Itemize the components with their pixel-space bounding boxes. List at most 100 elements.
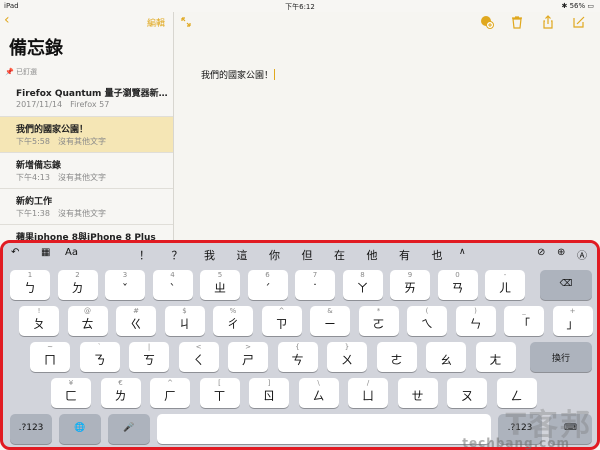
undo-icon[interactable]: ↶ <box>11 247 19 258</box>
return-key[interactable]: 換行 <box>530 342 592 372</box>
key-secondary-label: ~ <box>47 343 53 351</box>
key-zhuyin[interactable]: [ㄒ <box>199 378 240 408</box>
key-secondary-label: 4 <box>170 271 175 279</box>
key-zhuyin[interactable]: 7 ˙ <box>295 270 335 300</box>
note-title: Firefox Quantum 量子瀏覽器新… <box>16 89 168 99</box>
edit-button[interactable]: 編輯 <box>147 16 165 29</box>
key-zhuyin[interactable]: < ㄑ <box>178 342 219 372</box>
add-people-icon[interactable] <box>480 15 494 29</box>
note-list-item[interactable]: 我們的國家公園！ 下午5:58 沒有其他文字 <box>0 117 173 153</box>
key-secondary-label: $ <box>182 307 187 315</box>
candidate-word[interactable]: 他 <box>367 247 378 263</box>
key-zhuyin[interactable]: } ㄨ <box>327 342 367 372</box>
numbers-key[interactable]: .?123 <box>10 414 52 444</box>
note-date: 下午1:38 <box>16 209 50 218</box>
key-zhuyin[interactable]: ¥ ㄈ <box>51 378 91 408</box>
status-time: 下午6:12 <box>285 3 315 11</box>
note-preview: 沒有其他文字 <box>57 173 106 182</box>
key-label: ㄟ <box>420 317 433 331</box>
note-date: 下午4:13 <box>16 173 50 182</box>
key-zhuyin[interactable]: # ㄍ <box>116 306 156 336</box>
expand-icon[interactable] <box>181 17 191 27</box>
key-secondary-label: 9 <box>407 271 413 279</box>
note-editor: 我們的國家公園！ <box>175 12 600 240</box>
compose-icon[interactable] <box>572 15 586 29</box>
numbers-label: .?123 <box>18 423 44 433</box>
key-zhuyin[interactable]: ] ㄖ <box>249 378 289 408</box>
candidate-word[interactable]: 但 <box>302 247 313 263</box>
key-secondary-label: € <box>118 379 123 387</box>
key-zhuyin[interactable]: {ㄘ <box>277 342 318 372</box>
key-zhuyin[interactable]: ㄜ <box>376 342 417 372</box>
format-button[interactable]: Aa <box>65 247 78 258</box>
key-zhuyin[interactable]: +」 <box>552 306 593 336</box>
checkmark-icon[interactable]: ⊘ <box>537 247 545 258</box>
candidate-word[interactable]: 也 <box>432 247 443 263</box>
key-zhuyin[interactable]: ` ㄋ <box>79 342 120 372</box>
key-zhuyin[interactable]: 8ㄚ <box>342 270 383 300</box>
candidate-word[interactable]: 有 <box>399 247 410 263</box>
candidate-word[interactable]: 這 <box>237 247 248 263</box>
key-zhuyin[interactable]: 0ㄢ <box>437 270 478 300</box>
note-list-item[interactable]: 新增備忘錄 下午4:13 沒有其他文字 <box>0 153 173 189</box>
key-zhuyin[interactable]: & ㄧ <box>310 306 350 336</box>
key-zhuyin[interactable]: | ㄎ <box>129 342 169 372</box>
key-zhuyin[interactable]: ^ ㄗ <box>261 306 302 336</box>
compose-pen-icon[interactable]: Ⓐ <box>577 247 587 262</box>
space-bar[interactable] <box>157 414 491 444</box>
note-list-item[interactable]: 蘋果iphone 8與iPhone 8 Plus <box>0 225 173 240</box>
key-zhuyin[interactable]: 6ˊ <box>247 270 288 300</box>
key-zhuyin[interactable]: $ ㄐ <box>164 306 205 336</box>
key-zhuyin[interactable]: ㄤ <box>475 342 516 372</box>
key-zhuyin[interactable]: 1ㄅ <box>10 270 50 300</box>
key-zhuyin[interactable]: -ㄦ <box>485 270 525 300</box>
globe-key[interactable]: 🌐 <box>59 414 101 444</box>
key-zhuyin[interactable]: ㄠ <box>426 342 466 372</box>
key-zhuyin[interactable]: 9ㄞ <box>390 270 430 300</box>
delete-key[interactable]: ⌫ <box>540 270 592 300</box>
note-list-item[interactable]: 新約工作 下午1:38 沒有其他文字 <box>0 189 173 225</box>
key-zhuyin[interactable]: > ㄕ <box>228 342 268 372</box>
key-zhuyin[interactable]: 3ˇ <box>105 270 145 300</box>
candidate-word[interactable]: 你 <box>269 247 280 263</box>
key-secondary-label: 6 <box>265 271 270 279</box>
note-list-item[interactable]: Firefox Quantum 量子瀏覽器新… 2017/11/14 Firefox… <box>0 81 173 117</box>
key-zhuyin[interactable]: _ 「 <box>504 306 544 336</box>
key-zhuyin[interactable]: 4ˋ <box>152 270 193 300</box>
key-zhuyin[interactable]: \ ㄙ <box>298 378 339 408</box>
key-zhuyin[interactable]: @ ㄊ <box>67 306 108 336</box>
key-zhuyin[interactable]: ! ㄆ <box>19 306 59 336</box>
dictation-key[interactable]: 🎤 <box>108 414 150 444</box>
key-label: 「 <box>517 317 530 331</box>
key-zhuyin[interactable]: 2ㄉ <box>57 270 98 300</box>
expand-candidates-icon[interactable]: ∧ <box>459 247 466 257</box>
key-zhuyin[interactable]: ~ ㄇ <box>30 342 70 372</box>
grid-icon[interactable]: ▦ <box>41 247 50 258</box>
key-zhuyin[interactable]: ^ ㄏ <box>150 378 190 408</box>
key-zhuyin[interactable]: ㄝ <box>397 378 438 408</box>
key-zhuyin[interactable]: / ㄩ <box>348 378 388 408</box>
key-label: ㄙ <box>312 389 325 403</box>
key-zhuyin[interactable]: ㄡ <box>447 378 487 408</box>
note-preview: Firefox 57 <box>70 100 110 109</box>
back-chevron-icon[interactable]: ‹ <box>4 12 10 28</box>
key-zhuyin[interactable]: 5ㄓ <box>200 270 240 300</box>
share-icon[interactable] <box>541 15 555 29</box>
candidate-word[interactable]: ？ <box>172 247 183 263</box>
candidate-word[interactable]: 在 <box>334 247 345 263</box>
key-zhuyin[interactable]: ) ㄣ <box>455 306 496 336</box>
key-zhuyin[interactable]: * ㄛ <box>358 306 399 336</box>
plus-icon[interactable]: ⊕ <box>557 247 565 258</box>
trash-icon[interactable] <box>510 15 524 29</box>
candidate-word[interactable]: 我 <box>204 247 215 263</box>
key-zhuyin[interactable]: (ㄟ <box>407 306 447 336</box>
key-zhuyin[interactable]: € ㄌ <box>100 378 141 408</box>
battery-indicator: ✱ 56% ▭ <box>561 2 595 10</box>
key-zhuyin[interactable]: % ㄔ <box>213 306 253 336</box>
note-preview: 沒有其他文字 <box>57 137 106 146</box>
key-secondary-label: > <box>245 343 251 351</box>
watermark-url: techbang.com <box>462 436 570 450</box>
key-label: ㄜ <box>390 353 403 367</box>
note-body-text[interactable]: 我們的國家公園！ <box>201 68 276 81</box>
candidate-word[interactable]: ！ <box>139 247 150 263</box>
